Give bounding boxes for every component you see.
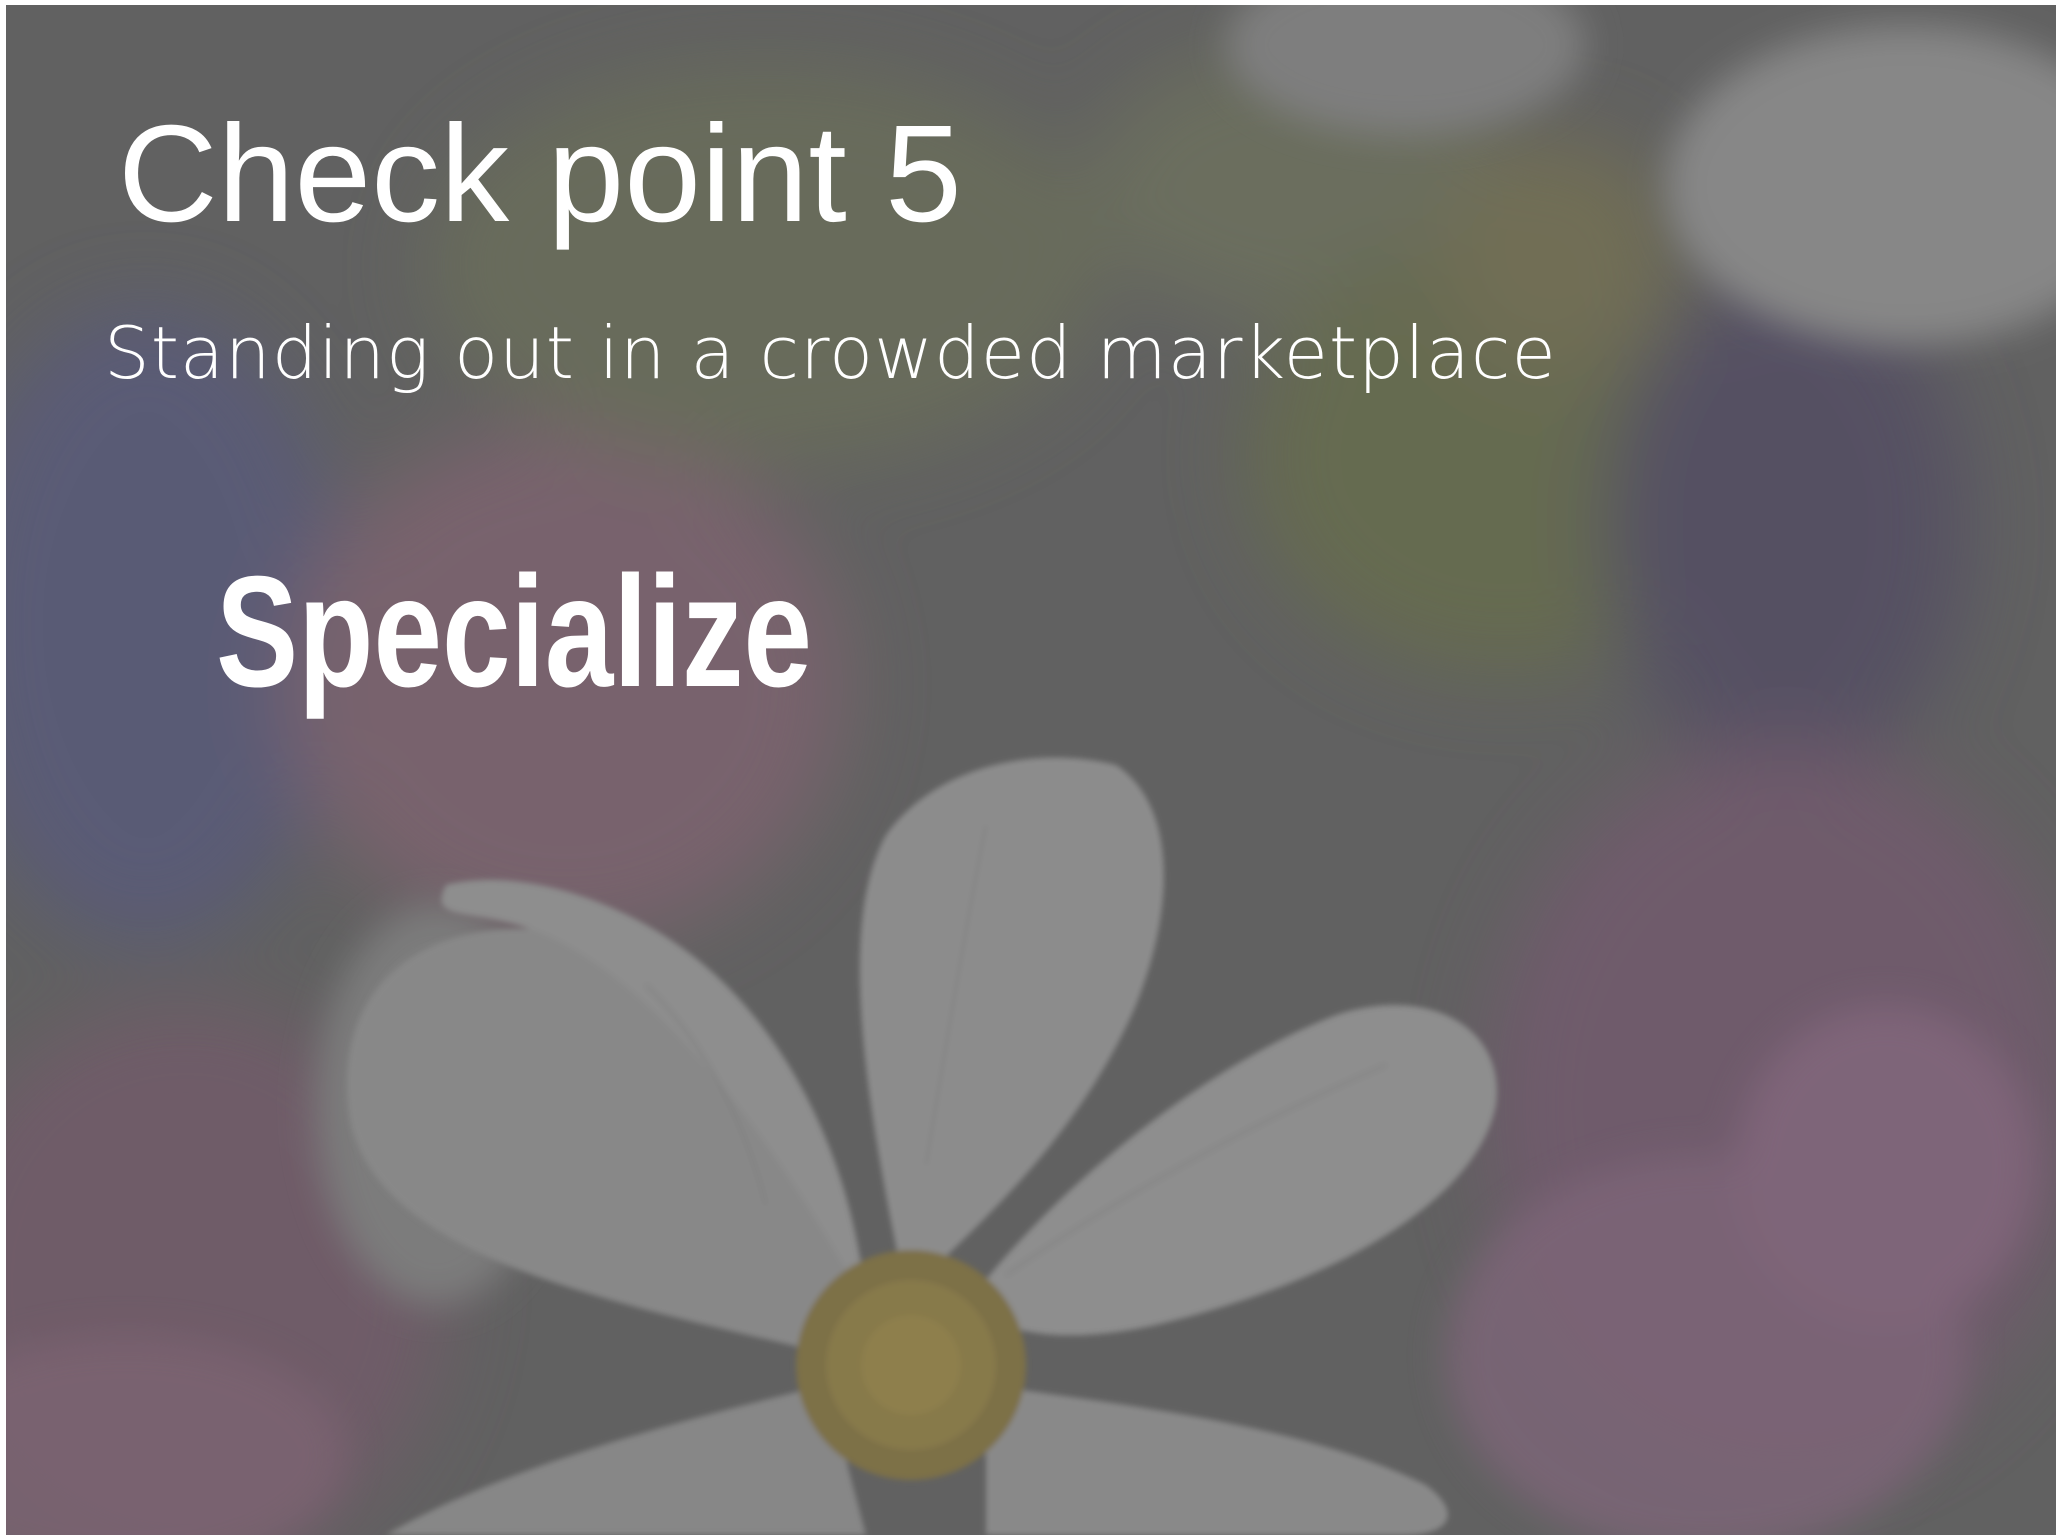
slide-title: Check point 5 (118, 97, 962, 251)
slide-headline: Specialize (216, 544, 812, 720)
slide-subtitle: Standing out in a crowded marketplace (104, 311, 1557, 395)
slide: Check point 5 Standing out in a crowded … (6, 5, 2056, 1535)
